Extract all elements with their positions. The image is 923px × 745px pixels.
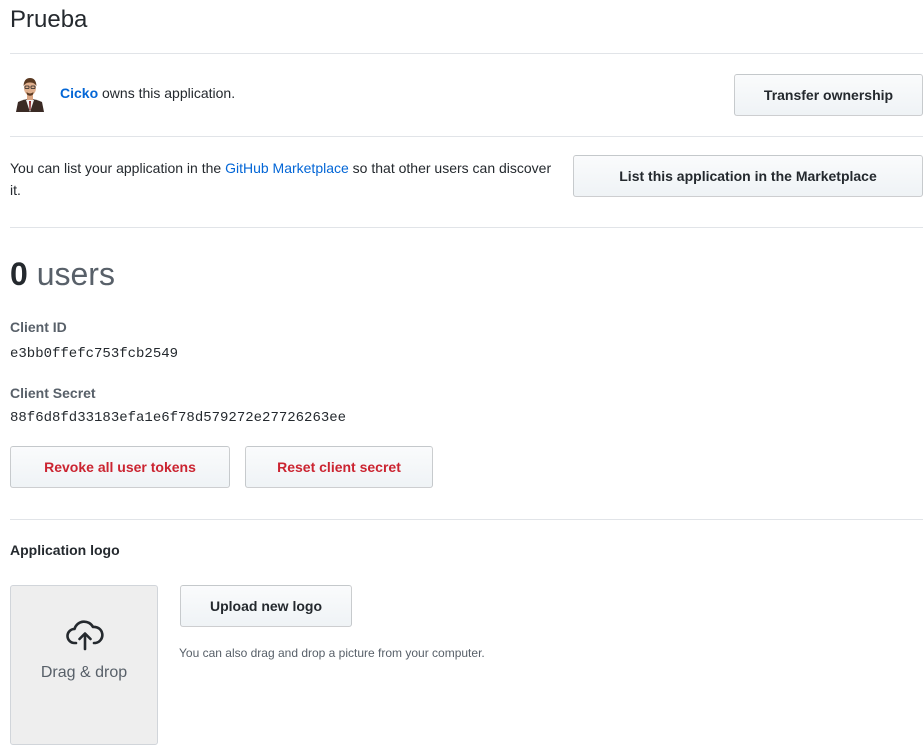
divider [10,53,923,54]
client-id-label: Client ID [10,319,67,335]
owner-suffix: owns this application. [98,85,236,101]
users-count-heading: 0 users [10,256,115,293]
owner-statement: Cicko owns this application. [60,85,235,101]
revoke-all-user-tokens-button[interactable]: Revoke all user tokens [10,446,230,488]
divider [10,136,923,137]
avatar[interactable] [10,72,50,112]
client-secret-value: 88f6d8fd33183efa1e6f78d579272e27726263ee [10,410,347,426]
reset-client-secret-button[interactable]: Reset client secret [245,446,433,488]
upload-new-logo-button[interactable]: Upload new logo [180,585,352,627]
github-marketplace-link[interactable]: GitHub Marketplace [225,160,349,176]
transfer-ownership-button[interactable]: Transfer ownership [734,74,923,116]
list-in-marketplace-button[interactable]: List this application in the Marketplace [573,155,923,197]
marketplace-description: You can list your application in the Git… [10,157,555,201]
marketplace-text-before: You can list your application in the [10,160,226,176]
application-logo-heading: Application logo [10,542,120,558]
logo-upload-note: You can also drag and drop a picture fro… [179,646,485,660]
divider [10,519,923,520]
client-secret-label: Client Secret [10,385,96,401]
cloud-upload-icon [66,620,104,651]
users-label: users [27,256,115,292]
client-id-value: e3bb0ffefc753fcb2549 [10,346,179,362]
dropzone-label: Drag & drop [40,664,128,681]
users-count: 0 [10,256,28,292]
owner-link[interactable]: Cicko [60,85,98,101]
logo-dropzone[interactable]: Drag & drop [10,585,158,745]
divider [10,227,923,228]
page-title: Prueba [10,6,88,33]
